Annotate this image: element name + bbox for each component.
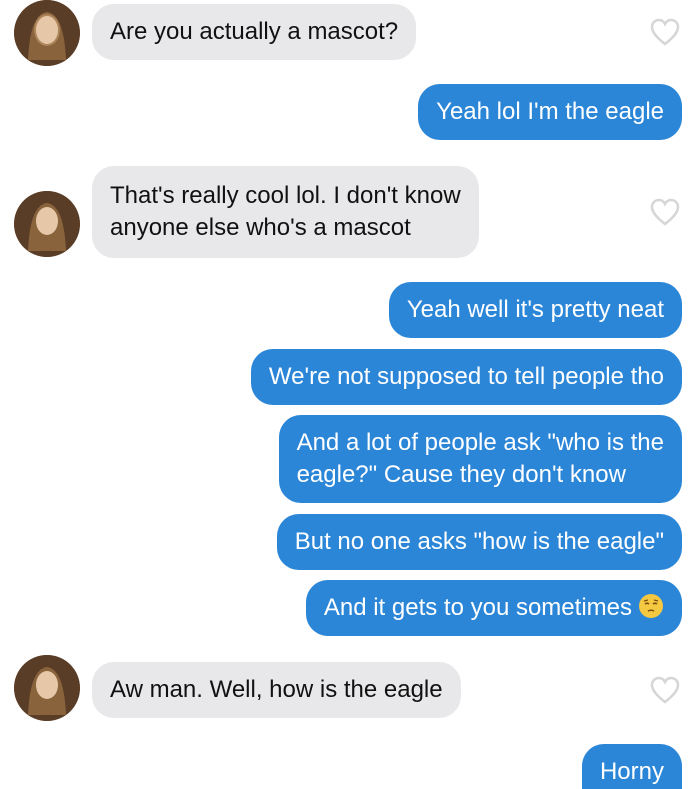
conversation-thread: Are you actually a mascot? Yeah lol I'm …	[0, 0, 700, 789]
message-text: And it gets to you sometimes	[323, 594, 632, 621]
heart-outline-icon[interactable]	[650, 676, 680, 704]
outgoing-message-bubble[interactable]: Yeah lol I'm the eagle	[418, 84, 682, 140]
message-line: And a lot of people ask "who is the	[296, 429, 664, 456]
outgoing-message-bubble[interactable]: And it gets to you sometimes	[305, 580, 682, 636]
outgoing-message-bubble[interactable]: But no one asks "how is the eagle"	[276, 514, 682, 570]
avatar[interactable]	[14, 0, 80, 66]
pensive-face-emoji-icon	[638, 593, 664, 619]
message-line: That's really cool lol. I don't know	[110, 182, 461, 209]
heart-outline-icon[interactable]	[650, 198, 680, 226]
incoming-message-bubble[interactable]: Aw man. Well, how is the eagle	[92, 662, 461, 718]
outgoing-message-bubble[interactable]: Horny	[581, 744, 682, 789]
avatar[interactable]	[14, 191, 80, 257]
outgoing-message-bubble[interactable]: And a lot of people ask "who is the eagl…	[278, 415, 682, 503]
heart-outline-icon[interactable]	[650, 18, 680, 46]
avatar[interactable]	[14, 655, 80, 721]
message-line: eagle?" Cause they don't know	[296, 461, 626, 488]
outgoing-message-bubble[interactable]: We're not supposed to tell people tho	[250, 349, 682, 405]
incoming-message-bubble[interactable]: That's really cool lol. I don't know any…	[92, 166, 479, 258]
incoming-message-bubble[interactable]: Are you actually a mascot?	[92, 4, 417, 60]
outgoing-message-bubble[interactable]: Yeah well it's pretty neat	[388, 282, 682, 338]
message-line: anyone else who's a mascot	[110, 214, 411, 241]
